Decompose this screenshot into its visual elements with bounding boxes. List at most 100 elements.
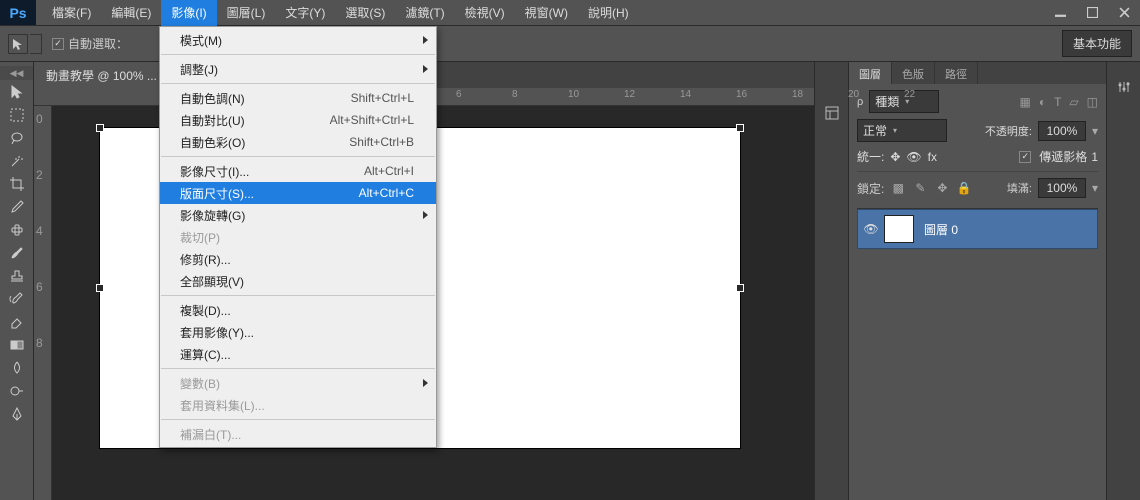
- ruler-tick: 8: [36, 336, 43, 350]
- panel-settings-icon[interactable]: [1113, 76, 1135, 98]
- ruler-tick: 18: [792, 89, 803, 100]
- filter-type-icon[interactable]: T: [1054, 95, 1061, 109]
- menu-window[interactable]: 視窗(W): [515, 0, 578, 26]
- menu-edit[interactable]: 編輯(E): [101, 0, 161, 26]
- ruler-tick: 2: [36, 168, 43, 182]
- filter-adjust-icon[interactable]: ◐: [1039, 95, 1046, 109]
- eraser-tool-icon[interactable]: [4, 311, 30, 333]
- menu-item[interactable]: 自動色調(N)Shift+Ctrl+L: [160, 87, 436, 109]
- unify-visibility-icon[interactable]: 👁: [906, 150, 921, 164]
- menu-item: 套用資料集(L)...: [160, 394, 436, 416]
- menu-type[interactable]: 文字(Y): [275, 0, 335, 26]
- tab-paths[interactable]: 路徑: [935, 62, 978, 84]
- fill-value[interactable]: 100%: [1038, 178, 1086, 198]
- transform-handle[interactable]: [736, 284, 744, 292]
- unify-position-icon[interactable]: ✥: [890, 150, 900, 164]
- dodge-tool-icon[interactable]: [4, 380, 30, 402]
- menu-item[interactable]: 套用影像(Y)...: [160, 321, 436, 343]
- workspace-button[interactable]: 基本功能: [1062, 30, 1132, 57]
- ruler-tick: 4: [36, 224, 43, 238]
- blend-mode-select[interactable]: 正常▾: [857, 119, 947, 142]
- menu-image[interactable]: 影像(I): [161, 0, 216, 26]
- menu-item[interactable]: 模式(M): [160, 29, 436, 51]
- crop-tool-icon[interactable]: [4, 173, 30, 195]
- layer-thumbnail[interactable]: [884, 215, 914, 243]
- layer-row[interactable]: 👁 圖層 0: [857, 209, 1098, 249]
- layer-name[interactable]: 圖層 0: [924, 221, 958, 238]
- collapse-icon[interactable]: ◀◀: [0, 66, 33, 80]
- menu-item[interactable]: 運算(C)...: [160, 343, 436, 365]
- panel-icon[interactable]: [821, 102, 843, 124]
- tab-channels[interactable]: 色版: [892, 62, 935, 84]
- ruler-tick: 6: [456, 89, 462, 100]
- blur-tool-icon[interactable]: [4, 357, 30, 379]
- transform-handle[interactable]: [736, 124, 744, 132]
- ruler-tick: 14: [680, 89, 691, 100]
- tool-panel: ◀◀: [0, 62, 34, 500]
- document-tab[interactable]: 動畫教學 @ 100% ...: [34, 62, 170, 89]
- app-logo: Ps: [0, 0, 36, 25]
- history-brush-icon[interactable]: [4, 288, 30, 310]
- menu-filter[interactable]: 濾鏡(T): [395, 0, 454, 26]
- marquee-tool-icon[interactable]: [4, 104, 30, 126]
- menu-view[interactable]: 檢視(V): [455, 0, 515, 26]
- eyedropper-tool-icon[interactable]: [4, 196, 30, 218]
- menu-item[interactable]: 影像旋轉(G): [160, 204, 436, 226]
- chevron-down-icon[interactable]: ▾: [1092, 124, 1098, 138]
- visibility-icon[interactable]: 👁: [858, 222, 884, 236]
- right-icon-strip: [1106, 62, 1140, 500]
- menu-file[interactable]: 檔案(F): [42, 0, 101, 26]
- menu-item[interactable]: 版面尺寸(S)...Alt+Ctrl+C: [160, 182, 436, 204]
- maximize-icon[interactable]: [1076, 0, 1108, 25]
- lock-transparent-icon[interactable]: ▩: [890, 180, 906, 196]
- close-icon[interactable]: [1108, 0, 1140, 25]
- lock-paint-icon[interactable]: ✎: [912, 180, 928, 196]
- menu-item: 補漏白(T)...: [160, 423, 436, 445]
- ruler-tick: 10: [568, 89, 579, 100]
- opacity-label: 不透明度:: [985, 123, 1032, 139]
- pen-tool-icon[interactable]: [4, 403, 30, 425]
- filter-shape-icon[interactable]: ▱: [1069, 95, 1078, 109]
- ruler-tick: 6: [36, 280, 43, 294]
- ruler-tick: 0: [36, 112, 43, 126]
- menu-help[interactable]: 說明(H): [578, 0, 639, 26]
- menu-layer[interactable]: 圖層(L): [217, 0, 276, 26]
- tool-preset-dropdown[interactable]: [30, 34, 42, 54]
- menu-item[interactable]: 調整(J): [160, 58, 436, 80]
- filter-smart-icon[interactable]: ◫: [1087, 95, 1098, 109]
- unify-style-icon[interactable]: fx: [928, 150, 937, 164]
- opacity-value[interactable]: 100%: [1038, 121, 1086, 141]
- wand-tool-icon[interactable]: [4, 150, 30, 172]
- ruler-tick: 12: [624, 89, 635, 100]
- menu-item[interactable]: 自動色彩(O)Shift+Ctrl+B: [160, 131, 436, 153]
- menu-item[interactable]: 影像尺寸(I)...Alt+Ctrl+I: [160, 160, 436, 182]
- menu-bar: 檔案(F) 編輯(E) 影像(I) 圖層(L) 文字(Y) 選取(S) 濾鏡(T…: [36, 0, 1044, 25]
- lock-all-icon[interactable]: 🔒: [956, 180, 972, 196]
- minimize-icon[interactable]: [1044, 0, 1076, 25]
- lasso-tool-icon[interactable]: [4, 127, 30, 149]
- propagate-checkbox[interactable]: ✓: [1019, 151, 1031, 163]
- filter-pixel-icon[interactable]: ▦: [1019, 95, 1030, 109]
- lock-position-icon[interactable]: ✥: [934, 180, 950, 196]
- gradient-tool-icon[interactable]: [4, 334, 30, 356]
- menu-item: 變數(B): [160, 372, 436, 394]
- collapsed-panel-strip: [814, 62, 848, 500]
- menu-item[interactable]: 複製(D)...: [160, 299, 436, 321]
- stamp-tool-icon[interactable]: [4, 265, 30, 287]
- brush-tool-icon[interactable]: [4, 242, 30, 264]
- chevron-down-icon[interactable]: ▾: [1092, 181, 1098, 195]
- image-menu-dropdown: 模式(M) 調整(J) 自動色調(N)Shift+Ctrl+L自動對比(U)Alt+…: [159, 26, 437, 448]
- tab-layers[interactable]: 圖層: [849, 62, 892, 84]
- auto-select-checkbox[interactable]: ✓: [52, 38, 64, 50]
- transform-handle[interactable]: [96, 124, 104, 132]
- ruler-vertical: 0 2 4 6 8: [34, 106, 52, 500]
- menu-item[interactable]: 全部顯現(V): [160, 270, 436, 292]
- transform-handle[interactable]: [96, 284, 104, 292]
- menu-select[interactable]: 選取(S): [335, 0, 395, 26]
- auto-select-label: 自動選取：: [68, 35, 128, 52]
- move-tool-preset-icon[interactable]: [8, 34, 28, 54]
- menu-item[interactable]: 自動對比(U)Alt+Shift+Ctrl+L: [160, 109, 436, 131]
- move-tool-icon[interactable]: [4, 81, 30, 103]
- menu-item[interactable]: 修剪(R)...: [160, 248, 436, 270]
- heal-tool-icon[interactable]: [4, 219, 30, 241]
